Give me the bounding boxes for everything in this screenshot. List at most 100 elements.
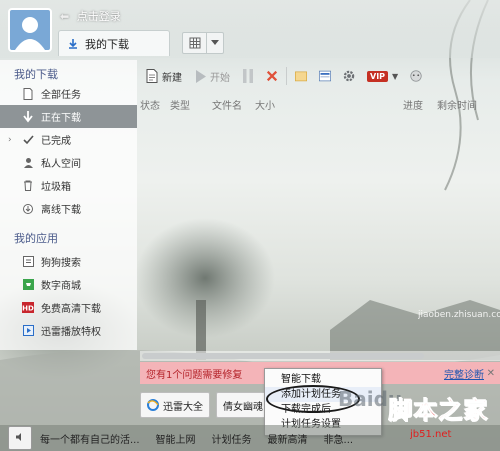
col-status[interactable]: 状态 bbox=[140, 97, 160, 112]
site-url-watermark: jb51.net bbox=[409, 427, 462, 442]
document-icon bbox=[22, 87, 34, 100]
view-switch[interactable] bbox=[182, 32, 224, 54]
sidebar-item-label: 离线下载 bbox=[41, 205, 81, 216]
col-filename[interactable]: 文件名 bbox=[212, 97, 242, 112]
back-arrow-icon: ⬅ bbox=[60, 10, 70, 23]
speaker-icon bbox=[15, 432, 25, 445]
volume-button[interactable] bbox=[8, 426, 32, 450]
svg-text:jiaoben.zhisuan.com: jiaoben.zhisuan.com bbox=[418, 310, 500, 320]
sidebar-item-label: 正在下载 bbox=[41, 113, 81, 124]
cloud-icon bbox=[22, 203, 34, 215]
bottom-item-latest-hd[interactable]: 最新高清 bbox=[260, 427, 316, 449]
sidebar-item-label: 数字商城 bbox=[41, 281, 81, 292]
vip-button[interactable]: VIP ▼ bbox=[361, 64, 404, 88]
tab-my-downloads[interactable]: 我的下载 bbox=[58, 30, 170, 56]
svg-text:脚本之家: 脚本之家 bbox=[388, 396, 488, 423]
sidebar-item-downloading[interactable]: 正在下载 bbox=[0, 105, 137, 128]
pause-button[interactable] bbox=[236, 64, 260, 88]
close-icon bbox=[266, 70, 278, 82]
gear-icon bbox=[343, 70, 355, 82]
start-button[interactable]: 开始 bbox=[188, 64, 236, 88]
svg-text:jb51.net: jb51.net bbox=[410, 429, 452, 439]
horizontal-scrollbar[interactable] bbox=[140, 351, 500, 361]
tab-label: 我的下载 bbox=[85, 37, 129, 51]
col-type[interactable]: 类型 bbox=[170, 97, 190, 112]
sidebar-item-label: 狗狗搜索 bbox=[41, 258, 81, 269]
sidebar-item-play-privilege[interactable]: 迅雷播放特权 bbox=[0, 319, 137, 342]
sidebar-item-free-hd[interactable]: HD 免费高清下载 bbox=[0, 296, 137, 319]
button-label: 倩女幽魂 bbox=[223, 401, 263, 413]
task-list-header: 状态 类型 文件名 大小 进度 剩余时间 bbox=[140, 97, 500, 113]
game-button[interactable]: 倩女幽魂 bbox=[216, 392, 270, 418]
list-icon bbox=[319, 70, 331, 82]
thunder-collection-button[interactable]: 迅雷大全 bbox=[140, 392, 210, 418]
svg-text:HD: HD bbox=[22, 305, 34, 313]
login-label: 点击登录 bbox=[76, 10, 121, 23]
login-link[interactable]: ⬅ 点击登录 bbox=[60, 8, 121, 24]
new-file-icon bbox=[146, 69, 158, 83]
sidebar-section-apps: 我的应用 bbox=[14, 232, 58, 245]
skin-icon bbox=[410, 70, 422, 82]
jb-watermark: jiaoben.zhisuan.com bbox=[417, 308, 500, 323]
play-icon bbox=[194, 69, 206, 83]
cart-icon bbox=[22, 279, 34, 291]
user-avatar[interactable] bbox=[8, 8, 52, 52]
col-remaining[interactable]: 剩余时间 bbox=[437, 97, 477, 112]
hd-icon: HD bbox=[22, 302, 34, 314]
dog-icon bbox=[22, 256, 34, 268]
toolbar: 新建 开始 VIP ▼ bbox=[140, 62, 500, 90]
chevron-down-icon[interactable] bbox=[207, 33, 223, 53]
sidebar-item-label: 全部任务 bbox=[41, 90, 81, 101]
folder-button[interactable] bbox=[289, 64, 313, 88]
full-diagnosis-link[interactable]: 完整诊断 bbox=[444, 366, 484, 381]
pause-icon bbox=[242, 69, 254, 83]
sidebar: 我的下载 全部任务 正在下载 › 已完成 私人空间 垃圾箱 离线下载 我的应用 … bbox=[0, 60, 137, 350]
vip-badge: VIP bbox=[367, 70, 389, 82]
app-buttons: 迅雷大全 倩女幽魂 bbox=[140, 392, 270, 418]
close-icon[interactable]: ✕ bbox=[487, 368, 495, 379]
sidebar-item-digital-mall[interactable]: 数字商城 bbox=[0, 273, 137, 296]
person-icon bbox=[15, 17, 45, 50]
bottom-item-more[interactable]: 非急... bbox=[316, 427, 362, 449]
new-task-button[interactable]: 新建 bbox=[140, 64, 188, 88]
scrollbar-thumb[interactable] bbox=[142, 353, 424, 359]
toolbar-separator bbox=[286, 67, 287, 85]
trash-icon bbox=[22, 180, 34, 192]
sidebar-section-downloads: 我的下载 bbox=[14, 68, 58, 81]
download-arrow-icon bbox=[22, 110, 34, 123]
bottom-item-scheduled-tasks[interactable]: 计划任务 bbox=[204, 427, 260, 449]
list-view-button[interactable] bbox=[313, 64, 337, 88]
sidebar-item-dog-search[interactable]: 狗狗搜索 bbox=[0, 250, 137, 273]
sidebar-item-trash[interactable]: 垃圾箱 bbox=[0, 174, 137, 197]
sidebar-item-offline[interactable]: 离线下载 bbox=[0, 197, 137, 220]
button-label: 迅雷大全 bbox=[163, 401, 203, 413]
sidebar-item-completed[interactable]: › 已完成 bbox=[0, 128, 137, 151]
sidebar-item-private-space[interactable]: 私人空间 bbox=[0, 151, 137, 174]
skin-button[interactable] bbox=[404, 64, 428, 88]
col-size[interactable]: 大小 bbox=[255, 97, 275, 112]
expand-chevron-icon[interactable]: › bbox=[8, 135, 12, 145]
start-label: 开始 bbox=[210, 72, 230, 84]
play-icon bbox=[22, 325, 34, 337]
sidebar-item-label: 免费高清下载 bbox=[41, 304, 101, 315]
sidebar-item-label: 垃圾箱 bbox=[41, 182, 71, 193]
folder-icon bbox=[295, 70, 307, 82]
sidebar-item-label: 已完成 bbox=[41, 136, 71, 147]
ie-icon bbox=[147, 399, 159, 411]
download-icon bbox=[67, 38, 79, 50]
person-icon bbox=[22, 157, 34, 169]
sidebar-item-label: 私人空间 bbox=[41, 159, 81, 170]
menu-item-smart-download[interactable]: 智能下载 bbox=[265, 372, 381, 387]
sidebar-item-label: 迅雷播放特权 bbox=[41, 327, 101, 338]
check-icon bbox=[22, 134, 34, 146]
settings-button[interactable] bbox=[337, 64, 361, 88]
bottom-item-news[interactable]: 每一个都有自己的活... bbox=[32, 427, 148, 449]
grid-icon[interactable] bbox=[183, 33, 208, 53]
bottom-item-smart-web[interactable]: 智能上网 bbox=[148, 427, 204, 449]
delete-button[interactable] bbox=[260, 64, 284, 88]
col-progress[interactable]: 进度 bbox=[403, 97, 423, 112]
top-bar: ⬅ 点击登录 我的下载 bbox=[0, 0, 500, 58]
sidebar-item-all-tasks[interactable]: 全部任务 bbox=[0, 82, 137, 105]
site-watermark: 脚本之家 bbox=[388, 395, 492, 429]
chevron-down-icon: ▼ bbox=[392, 71, 399, 81]
